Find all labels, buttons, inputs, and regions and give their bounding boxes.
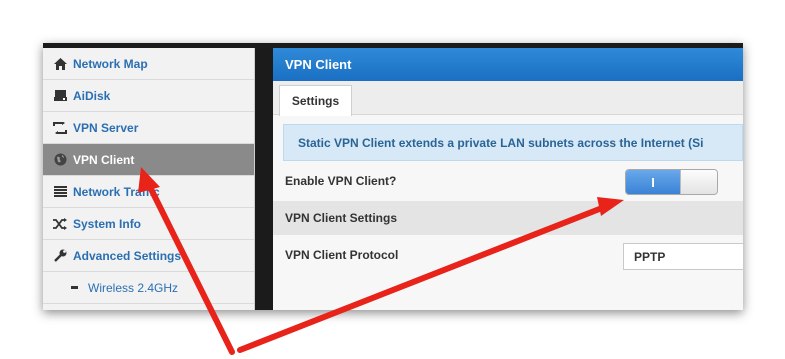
traffic-list-icon — [53, 185, 67, 199]
section-header: VPN Client Settings — [273, 201, 743, 235]
enable-vpn-client-label: Enable VPN Client? — [285, 174, 397, 188]
vpn-client-protocol-row: VPN Client Protocol PPTP — [273, 235, 743, 275]
vpn-client-protocol-label: VPN Client Protocol — [285, 248, 399, 262]
sidebar-item-label: System Info — [73, 216, 142, 231]
main-panel: VPN Client Settings Static VPN Client ex… — [273, 48, 743, 310]
page-title: VPN Client — [273, 48, 743, 81]
toggle-knob — [680, 170, 717, 194]
shuffle-icon — [53, 217, 67, 231]
tab-bar: Settings — [273, 81, 743, 116]
sidebar-item-wireless-24ghz[interactable]: Wireless 2.4GHz — [43, 272, 254, 304]
sidebar-item-label: Network Map — [73, 56, 148, 71]
sidebar-item-network-traffic[interactable]: Network Traffic — [43, 176, 254, 208]
sidebar-item-network-map[interactable]: Network Map — [43, 48, 254, 80]
tab-settings[interactable]: Settings — [279, 85, 352, 116]
sidebar-item-label: Wireless 2.4GHz — [88, 280, 179, 295]
sidebar-item-label: Advanced Settings — [73, 248, 182, 263]
sidebar-item-label: VPN Server — [73, 120, 139, 135]
sidebar: Network Map AiDisk VPN Server VPN Client… — [43, 48, 255, 310]
toggle-on-indicator: I — [626, 170, 680, 194]
enable-vpn-client-row: Enable VPN Client? I — [273, 161, 743, 201]
sidebar-item-vpn-client[interactable]: VPN Client — [43, 144, 254, 176]
sidebar-item-aidisk[interactable]: AiDisk — [43, 80, 254, 112]
disk-icon — [53, 89, 67, 103]
home-icon — [53, 57, 67, 71]
globe-icon — [53, 153, 67, 167]
wrench-icon — [53, 249, 67, 263]
sidebar-item-advanced-settings[interactable]: Advanced Settings — [43, 240, 254, 272]
sidebar-item-label: Network Traffic — [73, 184, 160, 199]
dash-icon — [71, 286, 78, 289]
enable-vpn-client-toggle[interactable]: I — [625, 169, 718, 195]
screenshot-frame: Network Map AiDisk VPN Server VPN Client… — [43, 43, 743, 310]
sidebar-item-label: VPN Client — [73, 152, 135, 167]
sidebar-item-label: AiDisk — [73, 88, 111, 103]
vpn-server-icon — [53, 121, 67, 135]
sidebar-item-vpn-server[interactable]: VPN Server — [43, 112, 254, 144]
vpn-client-protocol-select[interactable]: PPTP — [623, 243, 743, 270]
info-banner: Static VPN Client extends a private LAN … — [283, 124, 743, 161]
sidebar-item-system-info[interactable]: System Info — [43, 208, 254, 240]
